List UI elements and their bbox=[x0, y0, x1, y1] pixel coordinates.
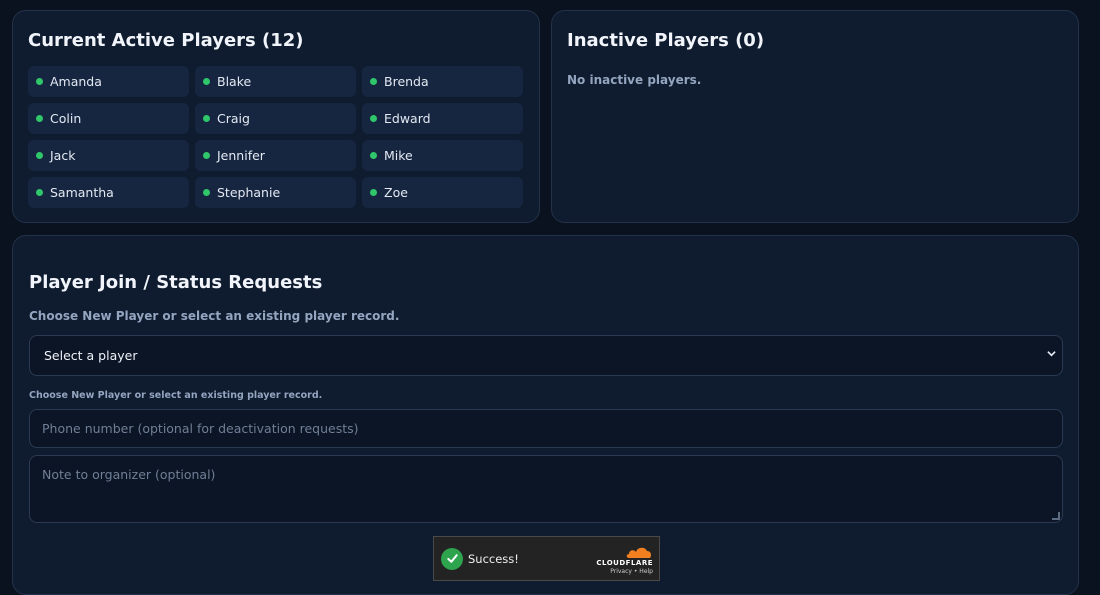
player-chip: Stephanie bbox=[195, 177, 356, 208]
no-inactive-message: No inactive players. bbox=[567, 73, 702, 87]
player-name: Colin bbox=[50, 111, 82, 126]
active-players-title: Current Active Players (12) bbox=[28, 30, 304, 51]
player-name: Blake bbox=[217, 74, 252, 89]
player-name: Mike bbox=[384, 148, 413, 163]
player-chip: Samantha bbox=[28, 177, 189, 208]
player-name: Edward bbox=[384, 111, 431, 126]
player-chip: Jack bbox=[28, 140, 189, 171]
request-title: Player Join / Status Requests bbox=[29, 272, 323, 293]
status-dot-icon bbox=[370, 78, 377, 85]
active-players-grid: Amanda Blake Brenda Colin Craig Edward Jack Jen… bbox=[28, 66, 523, 208]
player-name: Stephanie bbox=[217, 185, 281, 200]
check-circle-icon bbox=[441, 547, 463, 570]
status-dot-icon bbox=[203, 152, 210, 159]
cloud-icon bbox=[626, 547, 651, 558]
status-dot-icon bbox=[36, 152, 43, 159]
player-chip: Zoe bbox=[362, 177, 523, 208]
chevron-down-icon bbox=[1047, 348, 1056, 361]
captcha-widget[interactable]: Success! CLOUDFLARE Privacy • Help bbox=[433, 536, 660, 581]
note-textarea[interactable] bbox=[29, 455, 1063, 523]
status-dot-icon bbox=[36, 189, 43, 196]
player-select-value: Select a player bbox=[44, 348, 138, 363]
request-panel: Player Join / Status Requests Choose New… bbox=[12, 235, 1079, 595]
player-chip: Brenda bbox=[362, 66, 523, 97]
player-chip: Colin bbox=[28, 103, 189, 134]
player-chip: Jennifer bbox=[195, 140, 356, 171]
status-dot-icon bbox=[370, 152, 377, 159]
player-name: Craig bbox=[217, 111, 250, 126]
player-select[interactable]: Select a player bbox=[29, 335, 1063, 376]
player-chip: Craig bbox=[195, 103, 356, 134]
status-dot-icon bbox=[203, 115, 210, 122]
player-chip: Mike bbox=[362, 140, 523, 171]
player-chip: Blake bbox=[195, 66, 356, 97]
cloudflare-logo: CLOUDFLARE Privacy • Help bbox=[596, 545, 653, 575]
player-name: Samantha bbox=[50, 185, 114, 200]
player-name: Zoe bbox=[384, 185, 408, 200]
cloudflare-brand: CLOUDFLARE bbox=[596, 559, 653, 567]
status-dot-icon bbox=[203, 78, 210, 85]
inactive-players-title: Inactive Players (0) bbox=[567, 30, 765, 51]
status-dot-icon bbox=[370, 115, 377, 122]
note-wrapper bbox=[29, 455, 1063, 523]
player-chip: Edward bbox=[362, 103, 523, 134]
request-hint: Choose New Player or select an existing … bbox=[29, 309, 400, 323]
player-name: Jennifer bbox=[217, 148, 265, 163]
player-name: Brenda bbox=[384, 74, 429, 89]
status-dot-icon bbox=[36, 115, 43, 122]
player-chip: Amanda bbox=[28, 66, 189, 97]
phone-input[interactable] bbox=[29, 409, 1063, 448]
status-dot-icon bbox=[203, 189, 210, 196]
status-dot-icon bbox=[370, 189, 377, 196]
inactive-players-panel: Inactive Players (0) No inactive players… bbox=[551, 10, 1079, 223]
active-players-panel: Current Active Players (12) Amanda Blake B… bbox=[12, 10, 540, 223]
status-dot-icon bbox=[36, 78, 43, 85]
captcha-status: Success! bbox=[468, 551, 519, 566]
player-name: Amanda bbox=[50, 74, 102, 89]
resize-handle-icon[interactable] bbox=[1052, 512, 1060, 520]
phone-hint: Choose New Player or select an existing … bbox=[29, 390, 323, 401]
player-name: Jack bbox=[50, 148, 76, 163]
